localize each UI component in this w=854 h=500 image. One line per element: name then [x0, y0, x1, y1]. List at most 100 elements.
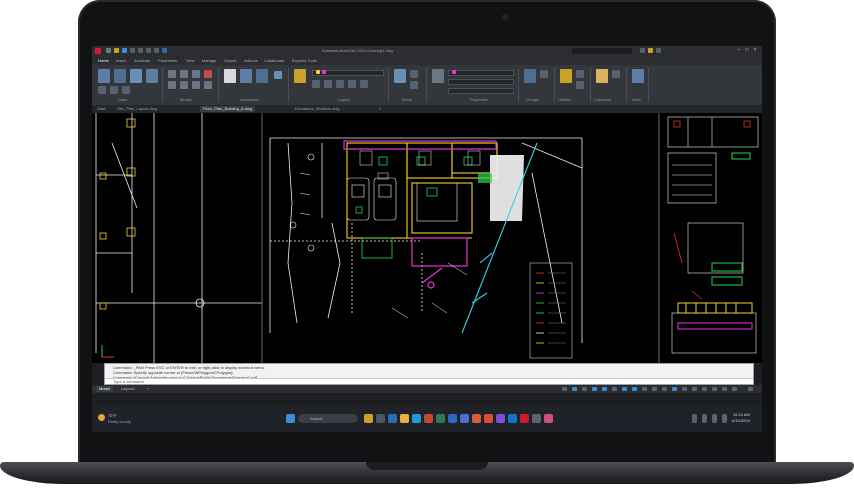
new-tab-icon[interactable]: + [376, 106, 384, 112]
doc-tab-start[interactable]: Start [94, 106, 108, 112]
customization-menu-icon[interactable] [748, 387, 753, 391]
tray-chevron-icon[interactable] [692, 414, 697, 423]
select-all-icon[interactable] [576, 81, 584, 89]
doc-tab-elevations[interactable]: Elevations_Sections.dwg [292, 106, 342, 112]
maximize-icon[interactable]: □ [744, 48, 750, 53]
tab-output[interactable]: Output [224, 58, 236, 63]
ortho-icon[interactable] [592, 387, 597, 391]
explode-icon[interactable] [204, 81, 212, 89]
battery-icon[interactable] [722, 414, 727, 423]
isodraft-icon[interactable] [612, 387, 617, 391]
ungroup-icon[interactable] [540, 70, 548, 78]
tab-home[interactable]: Home [98, 58, 109, 63]
copy-icon[interactable] [168, 81, 176, 89]
object-track-icon[interactable] [632, 387, 637, 391]
chat-app-icon[interactable] [388, 414, 397, 423]
line-icon[interactable] [98, 69, 110, 83]
tab-layout1[interactable]: Layout1 [118, 386, 138, 392]
measure-icon[interactable] [560, 69, 572, 83]
cart-icon[interactable] [648, 48, 653, 53]
arc-icon[interactable] [146, 69, 158, 83]
taskbar-search[interactable]: Search [298, 414, 358, 423]
layer-off-icon[interactable] [312, 80, 320, 88]
tab-insert[interactable]: Insert [116, 58, 126, 63]
tab-add-ins[interactable]: Add-ins [244, 58, 258, 63]
quick-select-icon[interactable] [576, 70, 584, 78]
match-properties-icon[interactable] [432, 69, 444, 83]
powerpoint-icon[interactable] [472, 414, 481, 423]
mirror-icon[interactable] [180, 81, 188, 89]
word-icon[interactable] [448, 414, 457, 423]
tab-annotate[interactable]: Annotate [134, 58, 150, 63]
trim-icon[interactable] [192, 70, 200, 78]
add-layout-icon[interactable]: + [144, 386, 152, 392]
quick-properties-icon[interactable] [712, 387, 717, 391]
media-app-icon[interactable] [544, 414, 553, 423]
clock[interactable]: 10:24 AM 6/14/2024 [732, 412, 750, 424]
polar-icon[interactable] [602, 387, 607, 391]
object-snap-icon[interactable] [622, 387, 627, 391]
sign-in-icon[interactable] [640, 48, 645, 53]
share-icon[interactable] [162, 48, 167, 53]
annotation-monitor-icon[interactable] [692, 387, 697, 391]
outlook-icon[interactable] [508, 414, 517, 423]
volume-icon[interactable] [712, 414, 717, 423]
minimize-icon[interactable]: – [736, 48, 742, 53]
linetype-dropdown[interactable] [448, 88, 514, 94]
help-search-input[interactable] [572, 48, 632, 54]
plot-icon[interactable] [138, 48, 143, 53]
clean-screen-icon[interactable] [732, 387, 737, 391]
edge-browser-icon[interactable] [412, 414, 421, 423]
command-line[interactable]: Command: _PAN Press ESC or ENTER to exit… [104, 363, 754, 385]
polyline-icon[interactable] [114, 69, 126, 83]
photo-app-icon[interactable] [364, 414, 373, 423]
edit-block-icon[interactable] [410, 81, 418, 89]
units-icon[interactable] [702, 387, 707, 391]
tab-parametric[interactable]: Parametric [158, 58, 177, 63]
tab-view[interactable]: View [186, 58, 195, 63]
paste-icon[interactable] [596, 69, 608, 83]
erase-icon[interactable] [204, 70, 212, 78]
onenote-icon[interactable] [496, 414, 505, 423]
table-icon[interactable] [274, 71, 282, 79]
teams-icon[interactable] [460, 414, 469, 423]
transparency-icon[interactable] [652, 387, 657, 391]
lineweight-dropdown[interactable] [448, 79, 514, 85]
text-icon[interactable] [224, 69, 236, 83]
lineweight-icon[interactable] [642, 387, 647, 391]
make-current-icon[interactable] [360, 80, 368, 88]
rectangle-icon[interactable] [98, 86, 106, 94]
isolate-objects-icon[interactable] [722, 387, 727, 391]
layer-isolate-icon[interactable] [324, 80, 332, 88]
office-app-icon[interactable] [424, 414, 433, 423]
autocad-taskbar-icon[interactable] [520, 414, 529, 423]
excel-icon[interactable] [436, 414, 445, 423]
settings-gear-icon[interactable] [532, 414, 541, 423]
move-icon[interactable] [168, 70, 176, 78]
snap-icon[interactable] [582, 387, 587, 391]
leader-icon[interactable] [256, 69, 268, 83]
undo-icon[interactable] [146, 48, 151, 53]
layer-properties-icon[interactable] [294, 69, 306, 83]
tab-manage[interactable]: Manage [202, 58, 216, 63]
annotation-scale-icon[interactable] [672, 387, 677, 391]
save-icon[interactable] [122, 48, 127, 53]
save-as-icon[interactable] [130, 48, 135, 53]
workspace-gear-icon[interactable] [682, 387, 687, 391]
selection-cycling-icon[interactable] [662, 387, 667, 391]
autocad-logo-icon[interactable] [95, 48, 101, 54]
insert-block-icon[interactable] [394, 69, 406, 83]
copy-clip-icon[interactable] [612, 70, 620, 78]
tab-collaborate[interactable]: Collaborate [264, 58, 284, 63]
create-block-icon[interactable] [410, 70, 418, 78]
redo-icon[interactable] [154, 48, 159, 53]
new-file-icon[interactable] [106, 48, 111, 53]
hatch-icon[interactable] [110, 86, 118, 94]
help-icon[interactable] [656, 48, 661, 53]
windows-start-icon[interactable] [286, 414, 295, 423]
file-explorer-icon[interactable] [400, 414, 409, 423]
spline-icon[interactable] [122, 86, 130, 94]
fillet-icon[interactable] [192, 81, 200, 89]
doc-tab-site-plan[interactable]: Site_Plan_Layout.dwg [114, 106, 160, 112]
color-dropdown[interactable] [448, 70, 514, 76]
